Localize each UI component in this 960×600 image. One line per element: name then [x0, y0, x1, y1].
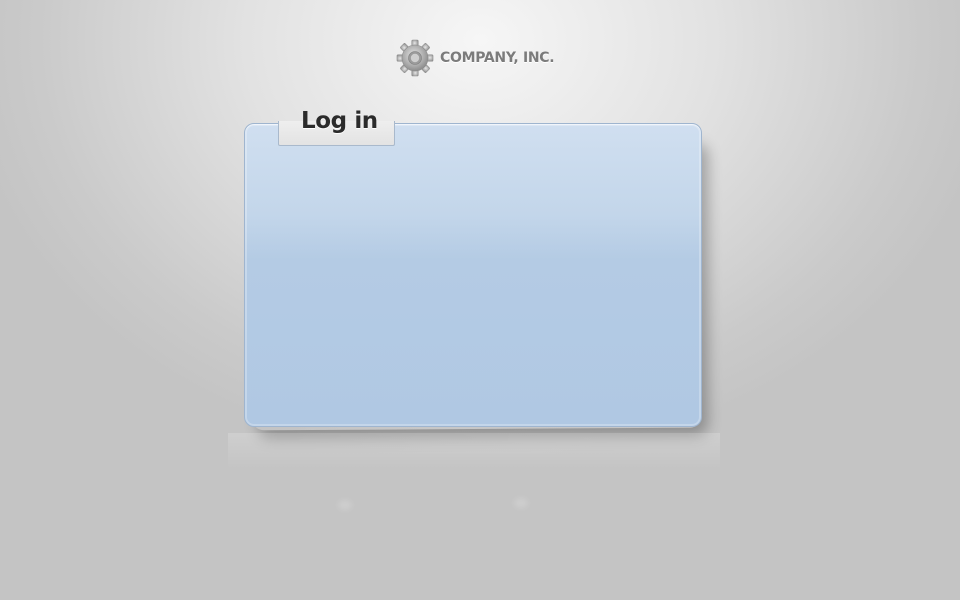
- panel-reflection: [228, 433, 720, 469]
- company-logo: COMPANY, INC.: [396, 39, 555, 77]
- login-form-area: [244, 123, 702, 427]
- floor-highlight: [514, 498, 528, 508]
- gear-icon: [396, 39, 434, 77]
- floor-highlight: [338, 500, 352, 510]
- login-title: Log in: [301, 108, 378, 134]
- company-name: COMPANY, INC.: [440, 50, 555, 66]
- login-panel: Log in: [228, 108, 720, 469]
